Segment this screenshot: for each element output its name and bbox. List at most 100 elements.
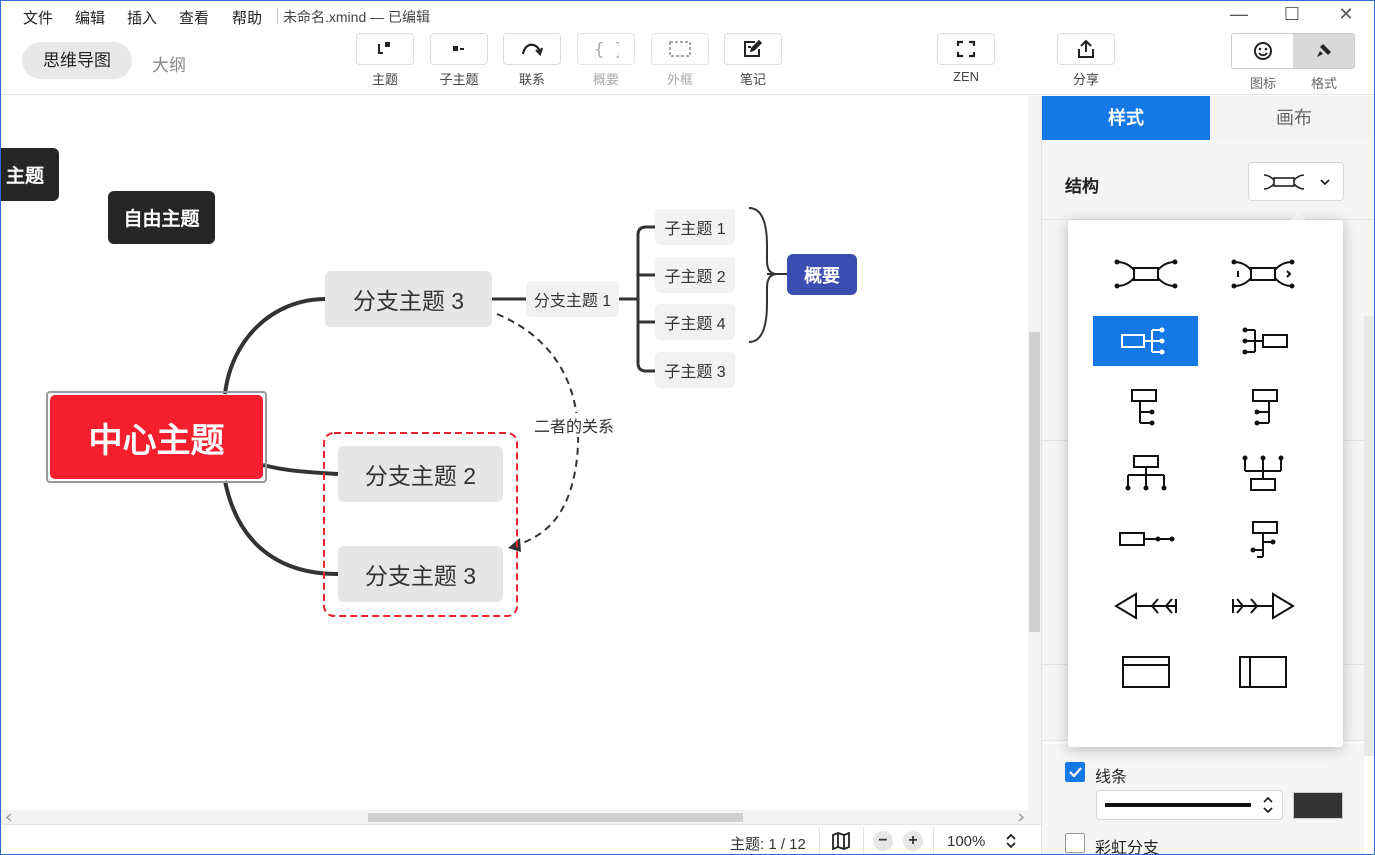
zoom-level[interactable]: 100% [947,833,985,850]
mindmap-mode-tab[interactable]: 思维导图 [22,42,132,79]
rainbow-branch-label: 彩虹分支 [1095,840,1160,855]
central-topic[interactable]: 中心主题 [50,395,263,479]
relationship-label[interactable]: 二者的关系 [534,413,615,437]
map-clockwise-icon [1231,259,1294,289]
topic-tool-button[interactable]: 主题 [355,33,415,88]
structure-option-logic-right[interactable] [1093,316,1198,366]
structure-dropdown[interactable] [1248,162,1344,201]
panel-scroll-thumb[interactable] [1364,316,1374,756]
main-topic-2[interactable]: 分支主题 2 [338,446,503,502]
tab-canvas[interactable]: 画布 [1210,96,1374,140]
line-section: 线条 彩虹分支 [1042,744,1364,855]
status-separator [863,827,864,854]
menu-edit[interactable]: 编辑 [75,7,105,28]
plus-icon: + [908,832,918,849]
summary-braces-icon: { } [594,40,619,59]
menu-help[interactable]: 帮助 [232,7,262,28]
zoom-stepper[interactable] [1001,831,1021,851]
canvas-vertical-scroll-thumb[interactable] [1029,332,1040,632]
branch-line-middle [262,463,339,476]
fullscreen-icon [956,40,976,58]
icon-panel-button[interactable] [1232,34,1293,68]
subtopic-1[interactable]: 子主题 1 [655,209,735,245]
scroll-left-arrow-icon[interactable] [5,813,13,822]
org-chart-down-icon [1125,455,1166,491]
status-bar: 主题: 1 / 12 − + 100% [1,824,1041,854]
structure-option-org-up[interactable] [1210,448,1315,498]
zen-mode-button[interactable]: ZEN [936,33,996,84]
floating-topic[interactable]: 自由主题 [108,191,215,244]
subtopic-tool-button[interactable]: 子主题 [429,33,489,88]
paintbrush-icon [1316,44,1331,57]
main-topic-3-top[interactable]: 分支主题 3 [325,271,492,327]
structure-option-matrix-column[interactable] [1093,647,1198,697]
map-icon [832,832,850,850]
branch-line-bottom [223,480,339,576]
canvas-horizontal-scrollbar[interactable] [1,810,1028,824]
relationship-tool-button[interactable]: 联系 [502,33,562,88]
svg-text:{ }: { } [594,40,619,59]
floating-topic-partial[interactable]: 主题 [1,148,59,201]
minus-icon: − [878,832,888,849]
menu-view[interactable]: 查看 [179,7,209,28]
structure-section: 结构 [1042,140,1374,220]
note-tool-label: 笔记 [739,72,766,87]
structure-option-map-balanced[interactable] [1093,249,1198,299]
structure-option-timeline-horizontal[interactable] [1093,514,1198,564]
zoom-in-button[interactable]: + [903,831,923,851]
zoom-out-button[interactable]: − [873,831,893,851]
boundary-tool-label: 外框 [666,72,693,87]
scroll-right-arrow-icon[interactable] [1017,813,1025,822]
org-chart-up-icon [1242,455,1283,491]
icon-format-toggle [1231,33,1355,69]
chevron-down-icon [1319,178,1330,185]
minimize-button[interactable]: — [1227,4,1251,26]
boundary-tool-button[interactable]: 外框 [650,33,710,88]
structure-option-map-clockwise[interactable] [1210,249,1315,299]
branch-line-top [223,297,327,395]
summary-tool-button[interactable]: { } 概要 [576,33,636,88]
structure-option-matrix-row[interactable] [1210,647,1315,697]
mindmap-canvas[interactable]: 主题 自由主题 中心主题 分支主题 3 分支主题 2 分支主题 3 分支主题 1… [1,96,1041,824]
share-button[interactable]: 分享 [1056,33,1116,88]
xmind-window: 文件 编辑 插入 查看 帮助 未命名.xmind — 已编辑 — ☐ ✕ 思维导… [0,0,1375,855]
logic-chart-right-icon [1120,327,1164,355]
structure-map-icon [1263,173,1304,190]
matrix-row-icon [1238,656,1287,688]
map-overview-button[interactable] [831,831,851,851]
structure-option-logic-left[interactable] [1210,316,1315,366]
line-style-preview [1105,803,1251,807]
structure-option-fishbone-left[interactable] [1093,581,1198,631]
summary-topic[interactable]: 概要 [787,254,857,295]
subtopic-3[interactable]: 子主题 3 [655,352,735,388]
rainbow-branch-checkbox[interactable] [1065,833,1085,853]
menu-file[interactable]: 文件 [23,7,53,28]
maximize-button[interactable]: ☐ [1280,4,1304,26]
format-panel-button[interactable] [1293,34,1354,68]
menu-insert[interactable]: 插入 [127,7,157,28]
tab-style[interactable]: 样式 [1042,96,1210,140]
structure-popup [1068,220,1343,747]
line-checkbox[interactable] [1065,762,1085,782]
close-button[interactable]: ✕ [1334,4,1358,26]
line-style-select[interactable] [1096,790,1283,820]
relationship-icon [521,43,544,57]
outline-mode-tab[interactable]: 大纲 [152,51,186,76]
structure-option-timeline-vertical[interactable] [1210,514,1315,564]
note-tool-button[interactable]: 笔记 [723,33,783,88]
main-topic-3-bottom[interactable]: 分支主题 3 [338,546,503,602]
structure-option-tree-left[interactable] [1210,382,1315,432]
panel-scrollbar[interactable] [1364,316,1374,776]
structure-option-org-down[interactable] [1093,448,1198,498]
subtopic-4[interactable]: 子主题 4 [655,304,735,340]
canvas-horizontal-scroll-thumb[interactable] [368,813,743,822]
fishbone-right-icon [1231,592,1295,620]
status-separator [933,827,934,854]
status-separator [819,827,820,854]
subtopic-branch-1[interactable]: 分支主题 1 [526,281,619,317]
structure-option-fishbone-right[interactable] [1210,581,1315,631]
canvas-vertical-scrollbar[interactable] [1028,96,1041,824]
line-color-swatch[interactable] [1293,792,1343,819]
subtopic-2[interactable]: 子主题 2 [655,257,735,293]
structure-option-tree-right[interactable] [1093,382,1198,432]
